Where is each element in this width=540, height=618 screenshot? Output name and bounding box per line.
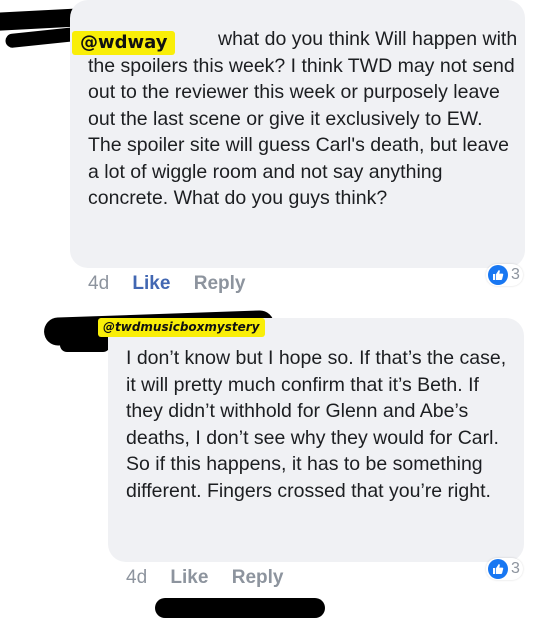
reaction-badge[interactable]: 3 [486,558,523,580]
comment-actions: 4d Like Reply [88,272,263,296]
reply-button[interactable]: Reply [194,273,246,294]
thumbs-up-icon [488,559,508,579]
comment-actions: 4d Like Reply [126,566,301,590]
user-tag[interactable]: @twdmusicboxmystery [98,318,265,337]
reaction-badge[interactable]: 3 [486,264,523,286]
reaction-count: 3 [511,560,520,577]
comment-time: 4d [126,567,148,588]
comment-time: 4d [88,273,110,294]
like-button[interactable]: Like [170,567,208,588]
thumbs-up-icon [488,265,508,285]
user-tag[interactable]: @wdway [72,31,176,55]
comment-text: I don’t know but I hope so. If that’s th… [126,347,507,502]
like-button[interactable]: Like [132,273,170,294]
reaction-count: 3 [511,266,520,283]
redaction-scribble [60,338,110,352]
reply-button[interactable]: Reply [232,567,284,588]
redaction-scribble [155,598,325,618]
